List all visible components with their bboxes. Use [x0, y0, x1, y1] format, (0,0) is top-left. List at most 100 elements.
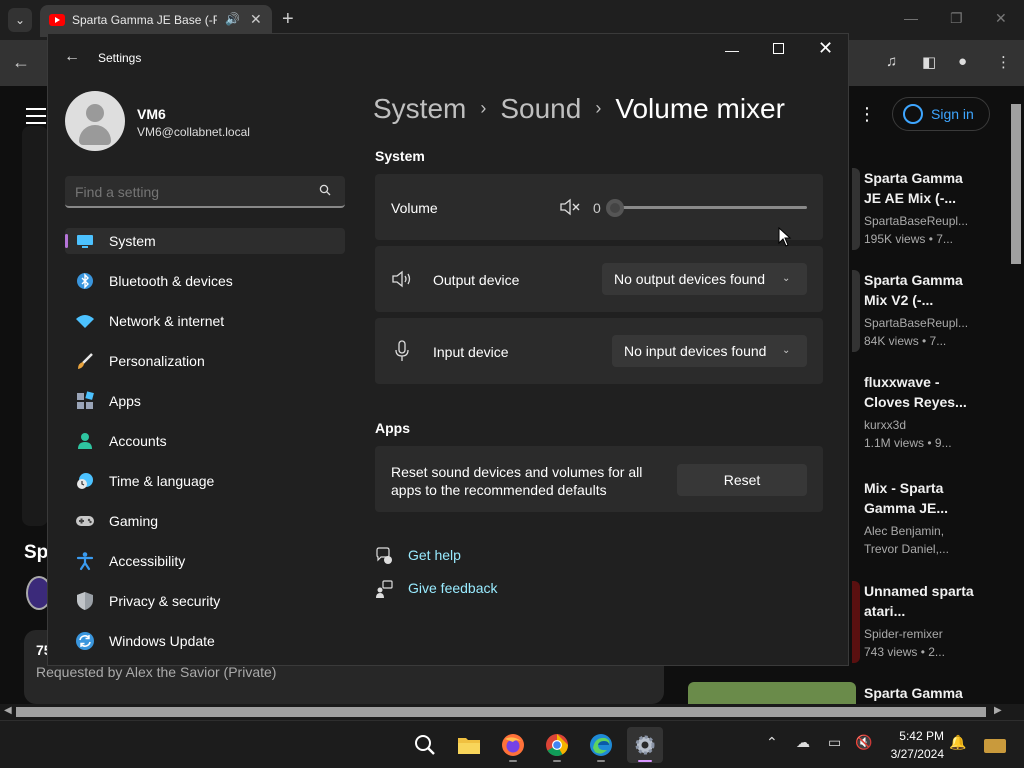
user-avatar[interactable] [65, 91, 125, 151]
volume-slider-track[interactable] [611, 206, 807, 209]
scrollbar-thumb[interactable] [1011, 104, 1021, 264]
close-icon[interactable]: ✕ [818, 38, 833, 59]
rec-title[interactable]: fluxxwave - Cloves Reyes... [864, 372, 974, 412]
scrollbar-thumb[interactable] [16, 707, 986, 717]
browser-menu-icon[interactable]: ⋮ [996, 53, 1011, 71]
gamepad-icon [75, 511, 95, 531]
scroll-left-icon[interactable]: ◀ [4, 705, 12, 716]
back-arrow-icon[interactable]: ← [64, 48, 80, 66]
video-thumbnail[interactable] [852, 168, 860, 250]
gear-icon [635, 735, 655, 755]
nav-item-windows-update[interactable]: Windows Update [65, 628, 345, 668]
rec-title[interactable]: Sparta Gamma [864, 683, 974, 703]
nav-label: Accounts [109, 433, 167, 449]
media-control-icon[interactable]: ♫ [886, 53, 897, 70]
breadcrumb-sound[interactable]: Sound [500, 93, 581, 125]
nav-item-time-language[interactable]: Time & language [65, 468, 345, 508]
rec-title[interactable]: Sparta Gamma Mix V2 (-... [864, 270, 974, 310]
rec-title[interactable]: Mix - Sparta Gamma JE... [864, 478, 974, 518]
nav-label: Time & language [109, 473, 215, 489]
maximize-icon[interactable] [773, 43, 784, 54]
taskbar-edge[interactable] [583, 727, 619, 763]
nav-item-bluetooth[interactable]: Bluetooth & devices [65, 268, 345, 308]
nav-label: Accessibility [109, 553, 186, 569]
clock-date[interactable]: 3/27/2024 [880, 747, 944, 761]
settings-window: ← Settings — ✕ VM6 VM6@collabnet.local S… [47, 33, 849, 666]
browser-close-icon[interactable]: ✕ [995, 10, 1007, 27]
rec-views: 195K views • 7... [864, 232, 953, 246]
more-options-icon[interactable]: ⋮ [858, 104, 876, 125]
minimize-icon[interactable]: — [725, 42, 739, 58]
browser-back-icon[interactable]: ← [12, 52, 30, 73]
user-name: VM6 [137, 106, 166, 122]
rec-title[interactable]: Unnamed sparta atari... [864, 581, 974, 621]
give-feedback-text[interactable]: Give feedback [408, 580, 498, 596]
clock-time[interactable]: 5:42 PM [880, 729, 944, 743]
sign-in-label: Sign in [931, 106, 974, 122]
sign-in-button[interactable]: Sign in [892, 97, 990, 131]
nav-item-accounts[interactable]: Accounts [65, 428, 345, 468]
cloud-offline-icon[interactable]: ☁ [796, 734, 810, 751]
input-device-dropdown[interactable]: No input devices found ⌄ [612, 335, 807, 367]
taskbar: ⌃ ☁ ▭ 🔇 5:42 PM 3/27/2024 🔔 [0, 720, 1024, 768]
taskbar-file-explorer[interactable] [451, 727, 487, 763]
chrome-icon [546, 734, 568, 756]
page-scrollbar[interactable] [1008, 86, 1024, 704]
volume-label: Volume [391, 200, 438, 216]
horizontal-scrollbar[interactable]: ◀ ▶ [0, 704, 1024, 720]
nav-item-personalization[interactable]: Personalization [65, 348, 345, 388]
video-player[interactable] [22, 126, 48, 526]
get-help-text[interactable]: Get help [408, 547, 461, 563]
volume-value: 0 [593, 200, 601, 216]
profile-icon[interactable]: ● [958, 53, 967, 70]
active-indicator [638, 760, 652, 762]
search-icon[interactable] [319, 184, 331, 196]
taskbar-firefox[interactable] [495, 727, 531, 763]
browser-minimize-icon[interactable]: — [904, 10, 918, 26]
taskbar-search-button[interactable] [407, 727, 443, 763]
new-tab-button[interactable]: + [282, 8, 294, 30]
input-device-card: Input device No input devices found ⌄ [375, 318, 823, 384]
video-thumbnail[interactable] [852, 270, 860, 352]
nav-item-gaming[interactable]: Gaming [65, 508, 345, 548]
nav-item-system[interactable]: System [65, 228, 345, 268]
breadcrumb-system[interactable]: System [373, 93, 466, 125]
nav-highlight [65, 228, 345, 254]
nav-item-apps[interactable]: Apps [65, 388, 345, 428]
volume-slider-thumb[interactable] [606, 199, 624, 217]
input-device-label: Input device [433, 344, 509, 360]
video-thumbnail[interactable] [852, 581, 860, 663]
rec-views: 743 views • 2... [864, 645, 945, 659]
edge-icon [590, 734, 612, 756]
feedback-icon [376, 580, 393, 598]
scroll-right-icon[interactable]: ▶ [994, 705, 1002, 716]
nav-label: System [109, 233, 156, 249]
nav-item-network[interactable]: Network & internet [65, 308, 345, 348]
side-panel-icon[interactable]: ◧ [922, 53, 936, 71]
rec-views: 84K views • 7... [864, 334, 947, 348]
browser-restore-icon[interactable]: ❐ [950, 10, 963, 27]
speaker-icon[interactable]: 🔊 [225, 12, 240, 26]
reset-button[interactable]: Reset [677, 464, 807, 496]
chevron-up-icon[interactable]: ⌃ [766, 734, 778, 751]
nav-item-privacy-security[interactable]: Privacy & security [65, 588, 345, 628]
nav-selection-indicator [65, 234, 68, 248]
output-device-dropdown[interactable]: No output devices found ⌄ [602, 263, 807, 295]
network-icon[interactable]: ▭ [828, 734, 841, 751]
nav-item-accessibility[interactable]: Accessibility [65, 548, 345, 588]
notification-bell-icon[interactable]: 🔔 [949, 734, 966, 751]
wifi-icon [75, 311, 95, 331]
search-input[interactable] [75, 184, 305, 200]
taskbar-chrome[interactable] [539, 727, 575, 763]
tab-search-dropdown[interactable]: ⌄ [8, 8, 32, 32]
speaker-muted-icon[interactable] [559, 198, 581, 216]
taskbar-settings[interactable] [627, 727, 663, 763]
volume-muted-icon[interactable]: 🔇 [855, 734, 872, 751]
tab-close-icon[interactable]: ✕ [250, 11, 262, 28]
volume-card: Volume 0 [375, 174, 823, 240]
running-indicator [597, 760, 605, 762]
settings-search[interactable] [65, 176, 345, 208]
video-thumbnail[interactable] [688, 682, 856, 704]
rec-views: Trevor Daniel,... [864, 542, 949, 556]
rec-title[interactable]: Sparta Gamma JE AE Mix (-... [864, 168, 974, 208]
